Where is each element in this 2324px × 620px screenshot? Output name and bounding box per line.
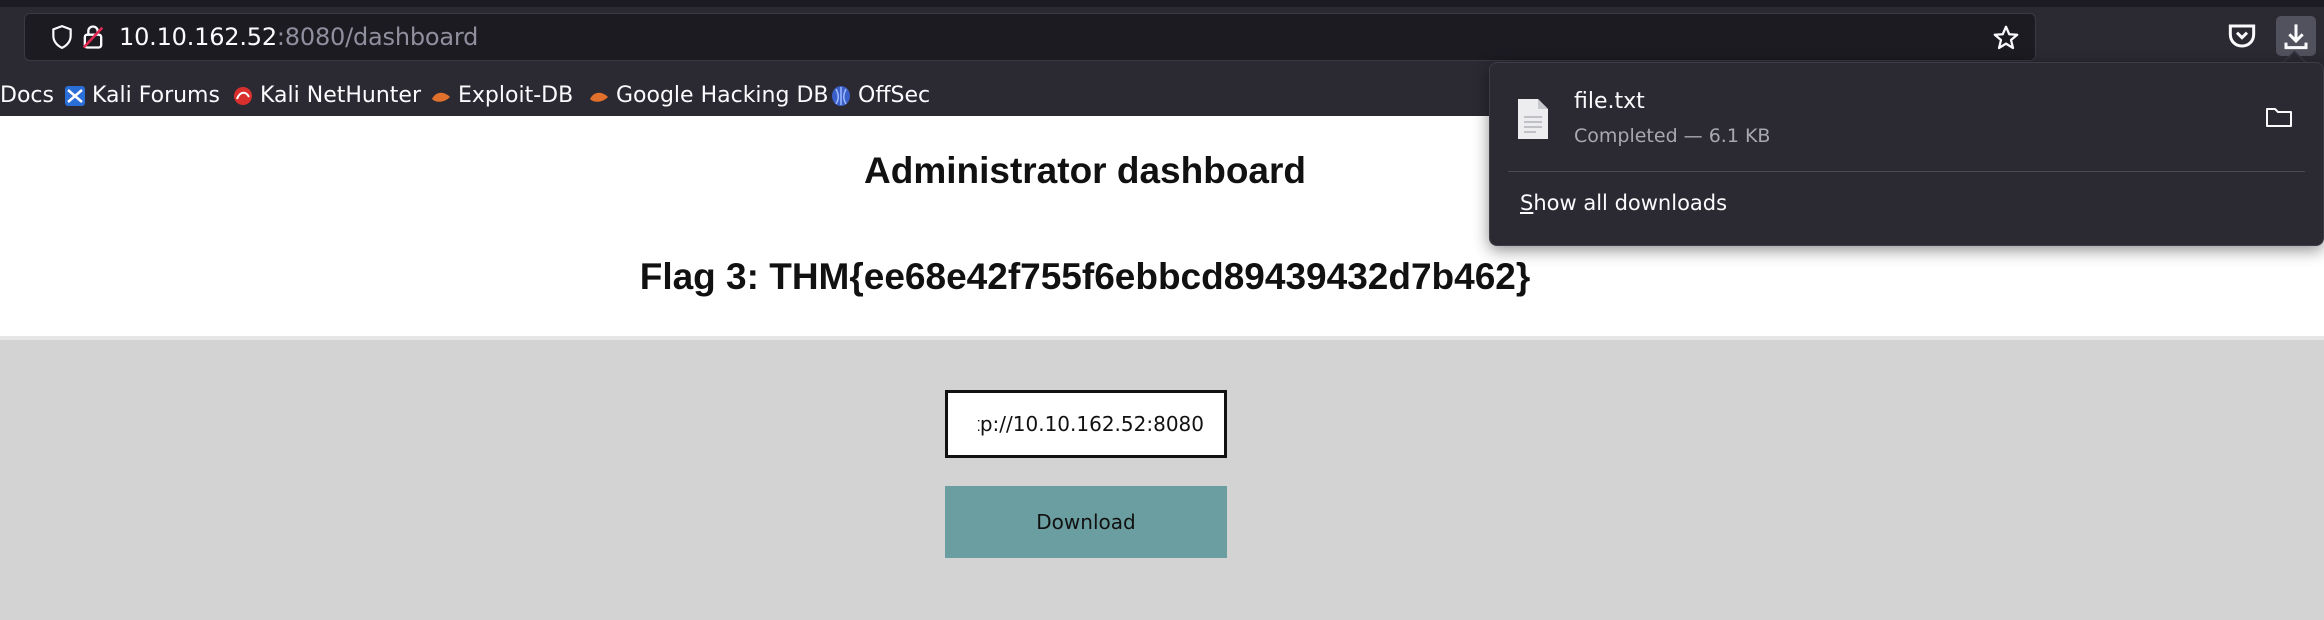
offsec-icon [832, 86, 850, 106]
ghdb-icon [590, 92, 608, 102]
kali-forums-icon [65, 86, 85, 106]
flag-text: Flag 3: THM{ee68e42f755f6ebbcd89439432d7… [639, 256, 1531, 297]
accesskey-letter: S [1520, 191, 1534, 215]
divider [0, 336, 2324, 340]
kali-nethunter-icon [234, 87, 252, 105]
download-file-name[interactable]: file.txt [1574, 89, 1645, 114]
show-all-downloads-link[interactable]: Show all downloads [1520, 191, 1727, 215]
bookmark-label: Kali Forums [92, 83, 220, 108]
exploit-db-icon [432, 92, 450, 102]
url-host: 10.10.162.52 [119, 23, 277, 51]
url-text[interactable]: 10.10.162.52:8080/dashboard [119, 23, 478, 51]
bookmark-label: Docs [0, 83, 54, 108]
panel-separator [1508, 171, 2305, 172]
download-status: Completed — 6.1 KB [1574, 125, 1771, 147]
bookmark-label: Exploit-DB [458, 83, 574, 108]
download-button[interactable]: Download [945, 486, 1227, 558]
downloads-button[interactable] [2276, 16, 2316, 56]
show-all-label: how all downloads [1533, 191, 1728, 215]
address-bar[interactable]: 10.10.162.52:8080/dashboard [24, 13, 2036, 61]
pocket-icon [2228, 24, 2256, 48]
insecure-lock-icon[interactable] [79, 23, 107, 51]
bookmark-label: Google Hacking DB [616, 83, 829, 108]
tab-strip-edge [0, 0, 2324, 7]
bookmark-star-icon[interactable] [1991, 23, 2021, 53]
bookmark-label: Kali NetHunter [260, 83, 421, 108]
shield-icon[interactable] [49, 24, 75, 50]
url-path: :8080/dashboard [276, 23, 479, 51]
pocket-button[interactable] [2222, 16, 2262, 56]
download-arrow-icon [2284, 24, 2308, 50]
downloads-panel: file.txt Completed — 6.1 KB Show all dow… [1489, 62, 2324, 246]
folder-icon[interactable] [2265, 105, 2293, 129]
bookmark-label: OffSec [858, 83, 931, 108]
url-input[interactable] [945, 390, 1227, 458]
file-icon [1518, 99, 1548, 139]
